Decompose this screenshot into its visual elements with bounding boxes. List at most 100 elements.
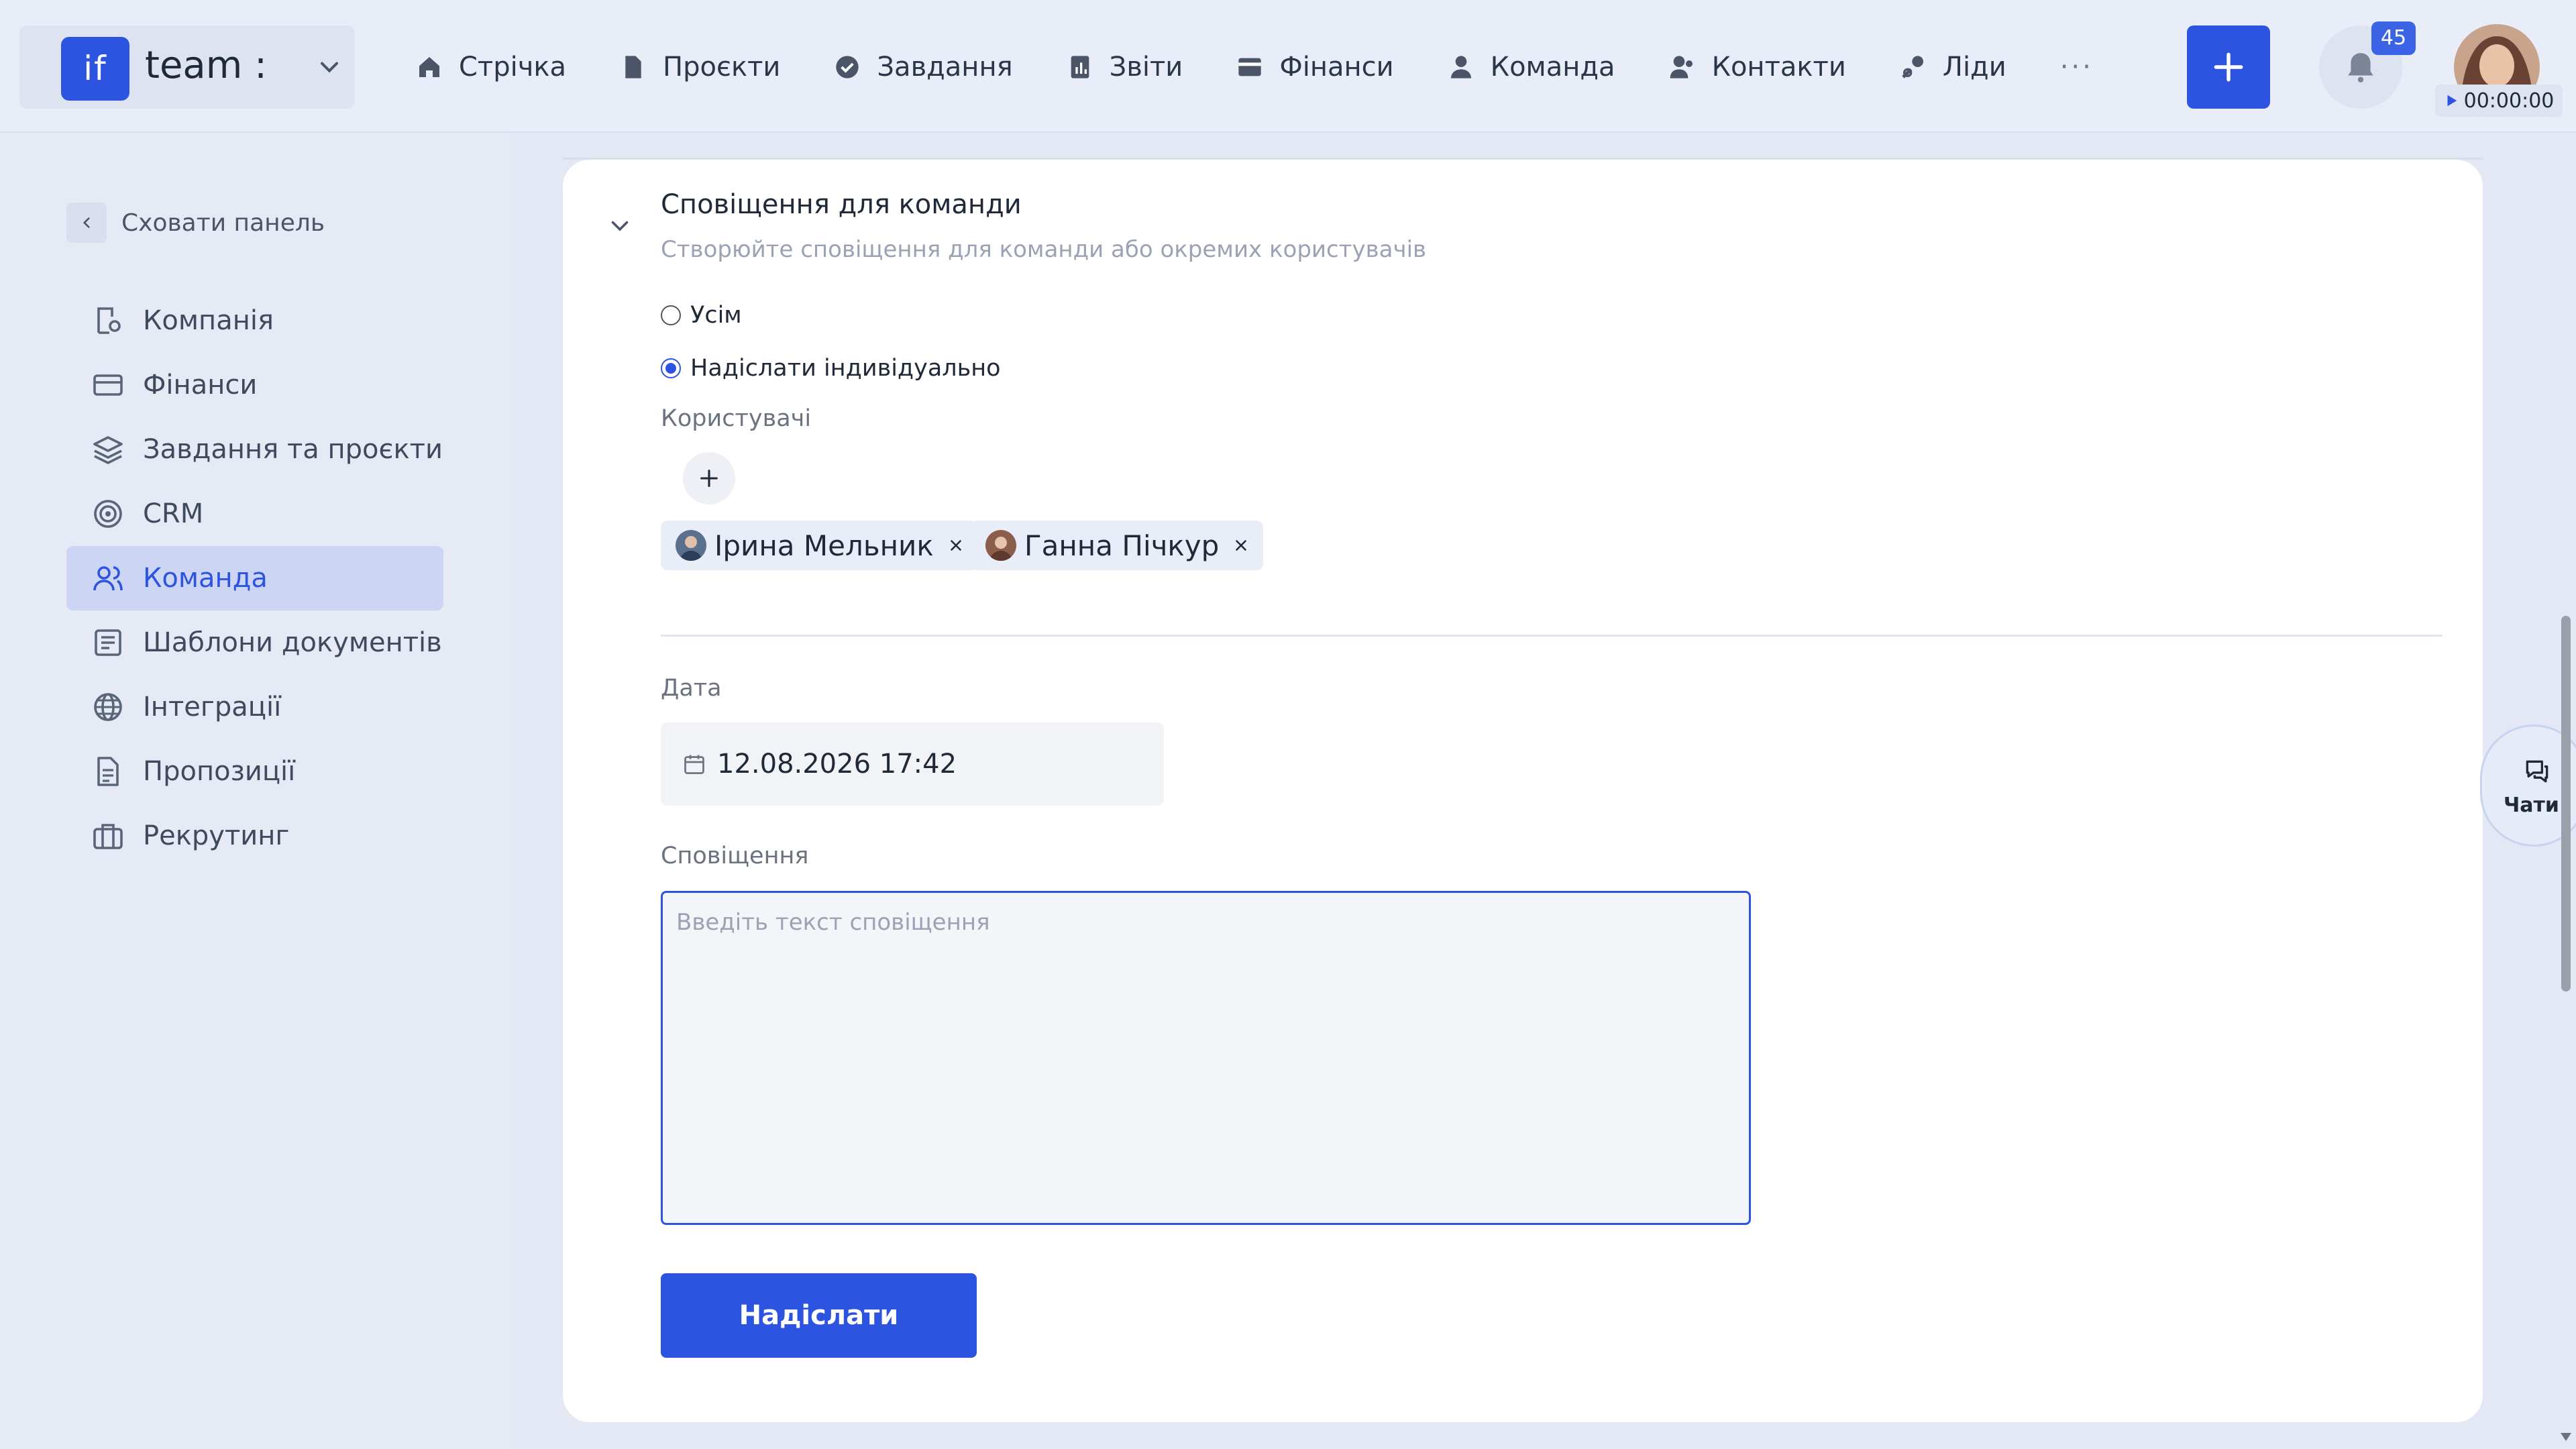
date-value: 12.08.2026 17:42 <box>717 749 957 780</box>
calendar-icon <box>684 755 704 774</box>
radio-individual[interactable] <box>661 358 681 378</box>
sidebar-item-label: Пропозиції <box>143 756 296 787</box>
sidebar-item-tasks-projects[interactable]: Завдання та проєкти <box>66 417 443 482</box>
nav-item-label: Звіти <box>1109 52 1183 83</box>
nav-item-finance[interactable]: Фінанси <box>1236 52 1394 83</box>
leads-icon <box>1902 56 1923 78</box>
document-icon <box>625 56 641 78</box>
user-photo-icon <box>985 530 1016 561</box>
nav-item-reports[interactable]: Звіти <box>1067 52 1183 83</box>
nav-item-label: Контакти <box>1711 52 1846 83</box>
bell-icon <box>2348 53 2373 83</box>
divider <box>661 635 2443 637</box>
nav-item-label: Команда <box>1490 52 1615 83</box>
contacts-icon <box>1670 56 1693 78</box>
nav-item-tasks[interactable]: Завдання <box>834 52 1013 83</box>
nav-item-label: Стрічка <box>459 52 567 83</box>
team-icon <box>93 566 123 591</box>
avatar <box>985 530 1016 561</box>
sidebar-item-label: Команда <box>143 563 268 594</box>
remove-user-icon[interactable] <box>1232 537 1250 554</box>
template-icon <box>95 629 121 656</box>
sidebar-item-label: CRM <box>143 498 204 529</box>
sidebar-item-label: Рекрутинг <box>143 820 290 851</box>
nav-item-leads[interactable]: Ліди <box>1900 52 2006 83</box>
chevron-down-icon <box>320 62 339 73</box>
top-bar: if team : Стрічка Проєкти Завдання Звіти… <box>0 0 2576 133</box>
section-title: Сповіщення для команди <box>661 189 1022 220</box>
workspace-name: team : <box>145 44 267 87</box>
date-picker[interactable]: 12.08.2026 17:42 <box>661 722 1164 806</box>
sidebar-item-company[interactable]: Компанія <box>66 288 443 353</box>
timer-value: 00:00:00 <box>2463 89 2555 113</box>
user-chip: Ірина Мельник <box>661 521 978 570</box>
scroll-down-arrow-icon[interactable] <box>2557 1429 2575 1445</box>
sidebar-item-crm[interactable]: CRM <box>66 482 443 546</box>
nav-item-contacts[interactable]: Контакти <box>1669 52 1846 83</box>
proposal-icon <box>97 757 119 786</box>
nav-item-feed[interactable]: Стрічка <box>416 52 566 83</box>
user-icon <box>1450 56 1471 78</box>
nav-item-team[interactable]: Команда <box>1448 52 1615 83</box>
brand-logo: if <box>61 37 129 101</box>
nav-item-label: Проєкти <box>663 52 781 83</box>
remove-user-icon[interactable] <box>947 537 965 554</box>
radio-all-option[interactable]: Усім <box>661 302 742 329</box>
chat-icon <box>2526 760 2548 783</box>
sidebar-item-integrations[interactable]: Інтеграції <box>66 675 443 739</box>
hide-panel-button[interactable]: Сховати панель <box>66 203 325 243</box>
globe-icon <box>94 693 122 721</box>
settings-sidebar: Сховати панель Компанія Фінанси Завдання… <box>0 133 510 1449</box>
message-textarea[interactable] <box>661 891 1751 1225</box>
briefcase-icon <box>93 824 123 849</box>
layers-icon <box>93 436 123 464</box>
user-chip-name: Ірина Мельник <box>714 529 934 562</box>
add-user-button[interactable] <box>683 452 735 504</box>
report-icon <box>1071 56 1089 78</box>
radio-individual-option[interactable]: Надіслати індивідуально <box>661 355 1001 382</box>
card-icon <box>93 374 123 396</box>
company-icon <box>97 307 121 334</box>
wallet-icon <box>1238 58 1261 76</box>
play-icon <box>2447 95 2457 107</box>
chats-label: Чати <box>2504 794 2559 817</box>
avatar <box>676 530 706 561</box>
sidebar-item-proposals[interactable]: Пропозиції <box>66 739 443 804</box>
plus-icon <box>700 470 718 487</box>
target-icon <box>94 500 122 528</box>
nav-item-label: Фінанси <box>1279 52 1394 83</box>
more-menu-button[interactable]: ··· <box>2060 52 2094 83</box>
chevron-left-icon <box>83 217 90 228</box>
nav-item-label: Ліди <box>1942 52 2006 83</box>
collapse-section-icon[interactable] <box>608 213 632 237</box>
user-photo-icon <box>676 530 706 561</box>
settings-menu: Компанія Фінанси Завдання та проєкти CRM… <box>66 288 443 868</box>
add-button[interactable] <box>2187 25 2270 109</box>
sidebar-item-recruiting[interactable]: Рекрутинг <box>66 804 443 868</box>
date-label: Дата <box>661 675 722 702</box>
sidebar-item-label: Завдання та проєкти <box>143 434 443 465</box>
section-subtitle: Створюйте сповіщення для команди або окр… <box>661 236 1427 263</box>
plus-icon <box>2214 52 2243 82</box>
sidebar-item-doc-templates[interactable]: Шаблони документів <box>66 610 443 675</box>
scrollbar-thumb[interactable] <box>2561 616 2571 991</box>
sidebar-item-label: Фінанси <box>143 370 258 400</box>
workspace-switcher[interactable]: if team : <box>19 25 355 109</box>
sidebar-item-label: Інтеграції <box>143 692 282 722</box>
radio-individual-label: Надіслати індивідуально <box>690 355 1001 382</box>
message-label: Сповіщення <box>661 843 809 869</box>
sidebar-item-finance[interactable]: Фінанси <box>66 353 443 417</box>
time-tracker[interactable]: 00:00:00 <box>2435 85 2563 117</box>
radio-all-label: Усім <box>690 302 742 329</box>
sidebar-item-label: Компанія <box>143 305 274 336</box>
send-button[interactable]: Надіслати <box>661 1273 977 1358</box>
hide-panel-label: Сховати панель <box>121 209 325 237</box>
nav-item-projects[interactable]: Проєкти <box>620 52 780 83</box>
main-nav: Стрічка Проєкти Завдання Звіти Фінанси К… <box>416 40 2094 94</box>
chevron-left-box <box>66 203 107 243</box>
radio-all[interactable] <box>661 305 681 325</box>
users-label: Користувачі <box>661 405 812 432</box>
user-chip-name: Ганна Пічкур <box>1024 529 1220 562</box>
user-chip: Ганна Пічкур <box>971 521 1264 570</box>
sidebar-item-team[interactable]: Команда <box>66 546 443 610</box>
